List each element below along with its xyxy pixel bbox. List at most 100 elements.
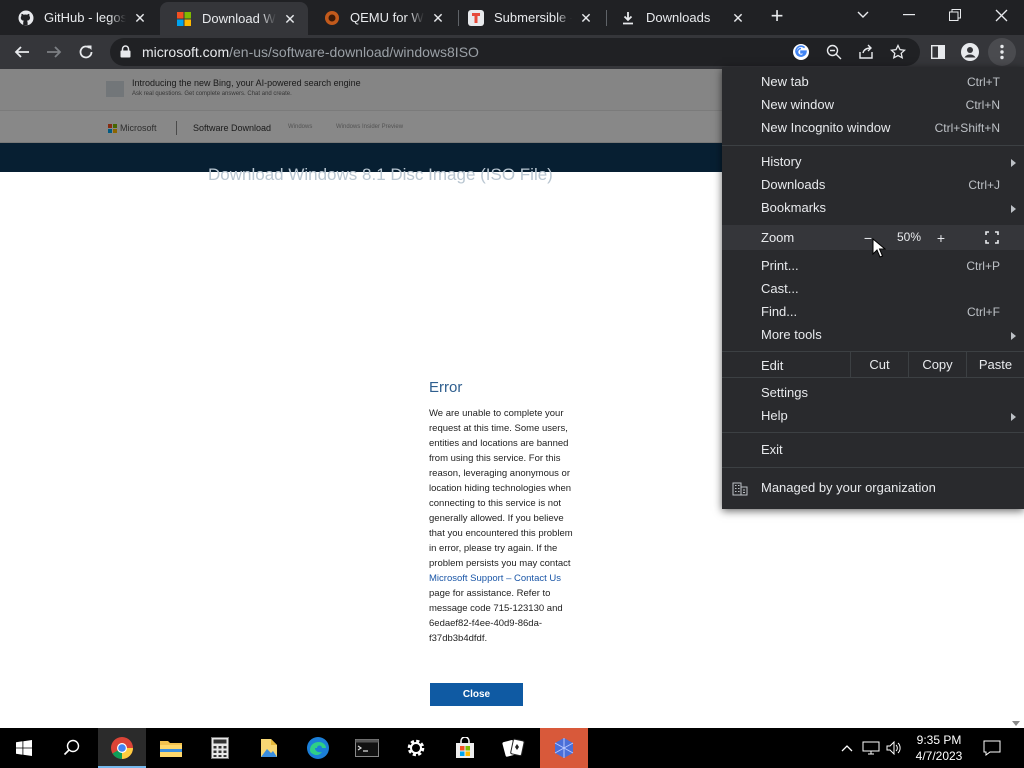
google-lens-icon[interactable] — [792, 43, 810, 66]
close-icon[interactable]: ✕ — [730, 10, 746, 26]
tab-downloads[interactable]: Downloads ✕ — [604, 0, 756, 35]
tab-submersible[interactable]: Submersible - Tum ✕ — [452, 0, 604, 35]
menu-new-incognito[interactable]: New Incognito window Ctrl+Shift+N — [722, 117, 1024, 140]
menu-history[interactable]: History — [722, 151, 1024, 174]
submenu-arrow-icon — [1011, 413, 1016, 421]
menu-settings[interactable]: Settings — [722, 382, 1024, 405]
close-dialog-button[interactable]: Close — [430, 683, 523, 706]
scroll-down-arrow[interactable] — [1012, 721, 1020, 726]
menu-find[interactable]: Find... Ctrl+F — [722, 301, 1024, 324]
start-button[interactable] — [0, 728, 48, 768]
submenu-arrow-icon — [1011, 332, 1016, 340]
url-text[interactable]: microsoft.com/en-us/software-download/wi… — [142, 44, 479, 60]
taskbar-store[interactable] — [441, 728, 489, 768]
copy-button[interactable]: Copy — [908, 352, 966, 377]
close-icon — [995, 9, 1007, 21]
menu-label: New window — [761, 97, 834, 112]
taskbar-chrome[interactable] — [98, 728, 146, 768]
url-path: /en-us/software-download/windows8ISO — [229, 44, 479, 60]
taskbar-settings[interactable] — [392, 728, 440, 768]
menu-shortcut: Ctrl+Shift+N — [934, 121, 1000, 135]
paste-button[interactable]: Paste — [966, 352, 1024, 377]
chrome-menu-button[interactable] — [988, 38, 1016, 66]
close-icon[interactable]: ✕ — [282, 11, 298, 27]
tab-github[interactable]: GitHub - legoskip ✕ — [2, 0, 158, 35]
taskbar-terminal[interactable] — [343, 728, 391, 768]
windows-start-icon — [16, 740, 32, 756]
edge-icon — [307, 737, 329, 759]
microsoft-icon — [176, 11, 192, 27]
bookmark-star-icon[interactable] — [889, 43, 907, 65]
cut-button[interactable]: Cut — [850, 352, 908, 377]
zoom-icon[interactable] — [826, 44, 842, 65]
clock-time: 9:35 PM — [916, 733, 962, 747]
menu-label: Cast... — [761, 281, 799, 296]
taskbar-solitaire[interactable] — [490, 728, 538, 768]
back-arrow-icon — [14, 46, 29, 58]
menu-label: Find... — [761, 304, 798, 319]
lock-icon[interactable] — [120, 45, 131, 63]
taskbar-app[interactable] — [540, 728, 588, 768]
menu-print[interactable]: Print... Ctrl+P — [722, 255, 1024, 278]
close-window-button[interactable] — [978, 0, 1024, 30]
forward-button[interactable] — [40, 38, 68, 66]
side-panel-button[interactable] — [924, 38, 952, 66]
taskbar-calculator[interactable] — [196, 728, 244, 768]
tab-label: Download Windows — [202, 11, 276, 26]
menu-label: Managed by your organization — [761, 480, 936, 495]
share-icon[interactable] — [858, 44, 874, 65]
toolbar: microsoft.com/en-us/software-download/wi… — [0, 35, 1024, 69]
menu-help[interactable]: Help — [722, 405, 1024, 428]
taskbar-file-explorer[interactable] — [147, 728, 195, 768]
fullscreen-icon — [985, 231, 999, 244]
error-text-2: page for assistance. Refer to message co… — [429, 588, 563, 644]
menu-label: Exit — [761, 442, 783, 457]
notifications-button[interactable] — [983, 739, 1001, 757]
menu-bookmarks[interactable]: Bookmarks — [722, 197, 1024, 220]
chevron-down-icon — [857, 11, 869, 18]
reload-icon — [79, 45, 93, 59]
clock-date: 4/7/2023 — [915, 749, 963, 763]
reload-button[interactable] — [72, 38, 100, 66]
menu-more-tools[interactable]: More tools — [722, 324, 1024, 347]
menu-label: Edit — [761, 358, 784, 373]
tab-label: Submersible - Tum — [494, 10, 572, 25]
new-tab-button[interactable]: + — [764, 5, 790, 28]
taskbar-folder[interactable] — [245, 728, 293, 768]
tab-download-windows[interactable]: Download Windows ✕ — [160, 2, 308, 35]
minimize-button[interactable] — [886, 0, 932, 30]
search-button[interactable] — [48, 728, 96, 768]
fullscreen-button[interactable] — [985, 231, 999, 244]
tab-search-button[interactable] — [840, 0, 886, 30]
support-link[interactable]: Microsoft Support – Contact Us — [429, 573, 561, 584]
restore-button[interactable] — [932, 0, 978, 30]
taskbar-edge[interactable] — [294, 728, 342, 768]
clock[interactable]: 9:35 PM 4/7/2023 — [907, 732, 971, 764]
menu-exit[interactable]: Exit — [722, 439, 1024, 462]
submenu-arrow-icon — [1011, 159, 1016, 167]
back-button[interactable] — [8, 38, 36, 66]
close-icon[interactable]: ✕ — [430, 10, 446, 26]
taskbar: 9:35 PM 4/7/2023 — [0, 728, 1024, 768]
menu-cast[interactable]: Cast... — [722, 278, 1024, 301]
menu-downloads[interactable]: Downloads Ctrl+J — [722, 174, 1024, 197]
address-bar[interactable]: microsoft.com/en-us/software-download/wi… — [110, 38, 920, 66]
menu-new-window[interactable]: New window Ctrl+N — [722, 94, 1024, 117]
tab-qemu[interactable]: QEMU for Windows ✕ — [308, 0, 456, 35]
close-icon[interactable]: ✕ — [132, 10, 148, 26]
zoom-in-button[interactable]: + — [928, 225, 954, 250]
menu-label: Bookmarks — [761, 200, 827, 215]
chevron-up-icon — [841, 745, 853, 752]
menu-managed[interactable]: Managed by your organization — [722, 477, 1024, 500]
menu-label: Zoom — [761, 230, 795, 245]
profile-button[interactable] — [956, 38, 984, 66]
volume-button[interactable] — [885, 739, 903, 757]
close-icon[interactable]: ✕ — [578, 10, 594, 26]
network-button[interactable] — [862, 739, 880, 757]
menu-new-tab[interactable]: New tab Ctrl+T — [722, 71, 1024, 94]
building-icon — [732, 482, 748, 496]
menu-shortcut: Ctrl+F — [967, 305, 1000, 319]
show-hidden-icons-button[interactable] — [838, 739, 856, 757]
error-text-1: We are unable to complete your request a… — [429, 408, 573, 569]
tumblr-icon — [468, 9, 484, 26]
